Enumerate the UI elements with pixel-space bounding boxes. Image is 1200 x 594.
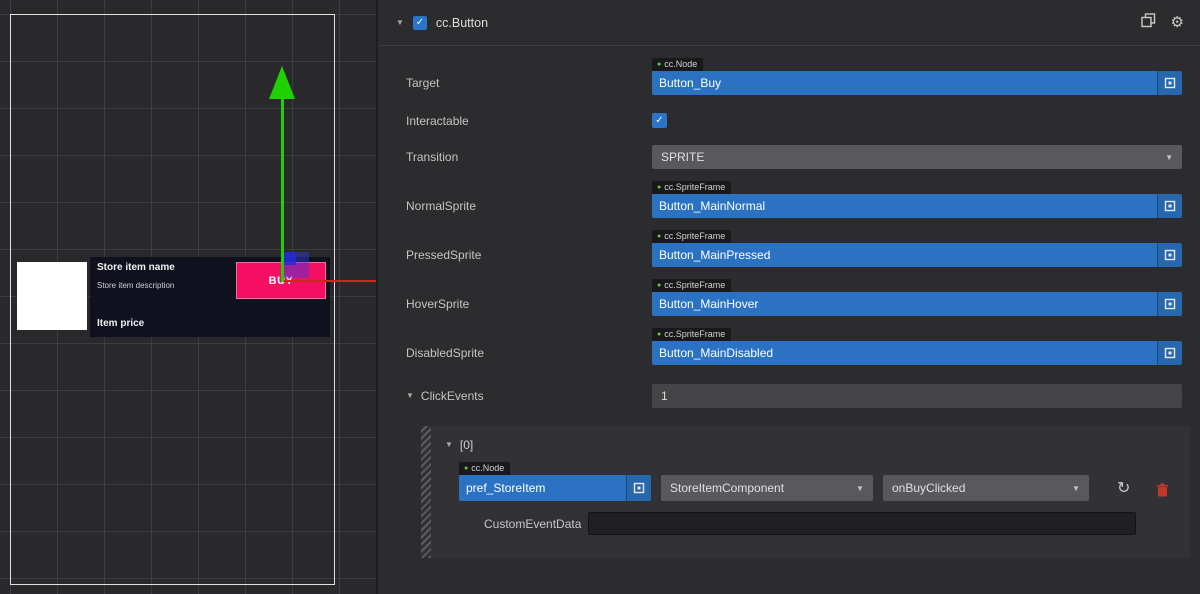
target-node-value: Button_Buy	[652, 71, 1157, 95]
transition-value: SPRITE	[661, 150, 704, 164]
store-item-price-label: Item price	[97, 318, 144, 329]
copy-component-icon[interactable]	[1141, 13, 1156, 28]
target-label: Target	[378, 71, 652, 95]
node-picker-icon[interactable]	[1157, 71, 1182, 95]
store-item-image[interactable]	[17, 262, 87, 330]
asset-picker-icon[interactable]	[1157, 292, 1182, 316]
prop-row-transition: Transition SPRITE ▼	[378, 145, 1200, 169]
disabled-sprite-type-badge: ● cc.SpriteFrame	[652, 328, 731, 341]
event-component-select[interactable]: StoreItemComponent ▼	[661, 475, 873, 501]
event-target-type-badge: ● cc.Node	[459, 462, 510, 475]
prop-row-pressed-sprite: PressedSprite ● cc.SpriteFrame Button_Ma…	[378, 230, 1200, 267]
prop-row-normal-sprite: NormalSprite ● cc.SpriteFrame Button_Mai…	[378, 181, 1200, 218]
gizmo-origin-handle[interactable]	[283, 252, 296, 265]
gizmo-y-axis-handle[interactable]	[281, 98, 284, 282]
target-type-badge: ● cc.Node	[652, 58, 703, 71]
asset-dot-icon: ●	[657, 331, 661, 338]
component-enabled-checkbox[interactable]: ✓	[413, 16, 427, 30]
prop-row-hover-sprite: HoverSprite ● cc.SpriteFrame Button_Main…	[378, 279, 1200, 316]
hover-sprite-field[interactable]: Button_MainHover	[652, 292, 1182, 316]
component-header: ▼ ✓ cc.Button ⚙	[378, 0, 1200, 46]
click-events-label: ClickEvents	[421, 389, 484, 403]
disabled-sprite-field[interactable]: Button_MainDisabled	[652, 341, 1182, 365]
pressed-sprite-field[interactable]: Button_MainPressed	[652, 243, 1182, 267]
asset-picker-icon[interactable]	[1157, 194, 1182, 218]
interactable-checkbox[interactable]: ✓	[652, 113, 667, 128]
prop-row-interactable: Interactable ✓	[378, 113, 1200, 128]
event-target-node-value: pref_StoreItem	[459, 475, 626, 501]
trash-icon[interactable]	[1156, 483, 1169, 497]
transition-label: Transition	[378, 150, 652, 164]
chevron-down-icon: ▼	[1165, 153, 1173, 162]
refresh-icon[interactable]: ↻	[1117, 481, 1130, 497]
custom-event-data-label: CustomEventData	[484, 517, 581, 531]
disabled-sprite-label: DisabledSprite	[378, 341, 652, 365]
gear-icon[interactable]: ⚙	[1171, 15, 1184, 30]
collapse-arrow-icon[interactable]: ▼	[406, 392, 414, 400]
hover-sprite-type-badge: ● cc.SpriteFrame	[652, 279, 731, 292]
node-dot-icon: ●	[464, 465, 468, 472]
custom-event-data-input[interactable]	[588, 512, 1136, 535]
pressed-sprite-value: Button_MainPressed	[652, 243, 1157, 267]
custom-event-data-row: CustomEventData	[421, 512, 1190, 535]
normal-sprite-type-badge: ● cc.SpriteFrame	[652, 181, 731, 194]
normal-sprite-label: NormalSprite	[378, 194, 652, 218]
asset-picker-icon[interactable]	[1157, 341, 1182, 365]
hover-sprite-value: Button_MainHover	[652, 292, 1157, 316]
hover-sprite-label: HoverSprite	[378, 292, 652, 316]
chevron-down-icon: ▼	[856, 484, 864, 493]
asset-dot-icon: ●	[657, 233, 661, 240]
checkmark-icon: ✓	[416, 18, 424, 28]
prop-row-disabled-sprite: DisabledSprite ● cc.SpriteFrame Button_M…	[378, 328, 1200, 365]
interactable-label: Interactable	[378, 114, 652, 128]
store-item-name-label: Store item name	[97, 262, 175, 273]
chevron-down-icon: ▼	[1072, 484, 1080, 493]
pressed-sprite-label: PressedSprite	[378, 243, 652, 267]
prop-row-target: Target ● cc.Node Button_Buy	[378, 58, 1200, 95]
collapse-arrow-icon[interactable]: ▼	[396, 19, 404, 27]
asset-picker-icon[interactable]	[1157, 243, 1182, 267]
asset-dot-icon: ●	[657, 184, 661, 191]
scene-view[interactable]: Store item name Store item description I…	[0, 0, 376, 594]
node-picker-icon[interactable]	[626, 475, 651, 501]
gizmo-x-axis-handle[interactable]	[284, 280, 376, 282]
inspector-panel: ▼ ✓ cc.Button ⚙ Target ● cc.Node	[378, 0, 1200, 594]
collapse-arrow-icon[interactable]: ▼	[445, 441, 453, 449]
event-handler-row: ● cc.Node pref_StoreItem StoreItemCompon…	[421, 462, 1190, 501]
disabled-sprite-value: Button_MainDisabled	[652, 341, 1157, 365]
asset-dot-icon: ●	[657, 282, 661, 289]
event-target-node-field[interactable]: pref_StoreItem	[459, 475, 651, 501]
normal-sprite-value: Button_MainNormal	[652, 194, 1157, 218]
gizmo-y-axis-arrow-icon[interactable]	[269, 66, 295, 99]
click-event-item-panel: ▼ [0] ● cc.Node pref_StoreItem	[421, 426, 1190, 558]
click-events-count-field[interactable]: 1	[652, 384, 1182, 408]
event-handler-select[interactable]: onBuyClicked ▼	[883, 475, 1089, 501]
component-title: cc.Button	[436, 16, 488, 30]
node-dot-icon: ●	[657, 61, 661, 68]
transition-select[interactable]: SPRITE ▼	[652, 145, 1182, 169]
normal-sprite-field[interactable]: Button_MainNormal	[652, 194, 1182, 218]
checkmark-icon: ✓	[655, 116, 663, 126]
event-component-value: StoreItemComponent	[670, 481, 784, 495]
store-item-description-label: Store item description	[97, 281, 174, 290]
target-node-field[interactable]: Button_Buy	[652, 71, 1182, 95]
pressed-sprite-type-badge: ● cc.SpriteFrame	[652, 230, 731, 243]
event-handler-value: onBuyClicked	[892, 481, 965, 495]
event-index-label: [0]	[460, 438, 473, 452]
prop-row-click-events: ▼ ClickEvents 1	[378, 384, 1200, 408]
